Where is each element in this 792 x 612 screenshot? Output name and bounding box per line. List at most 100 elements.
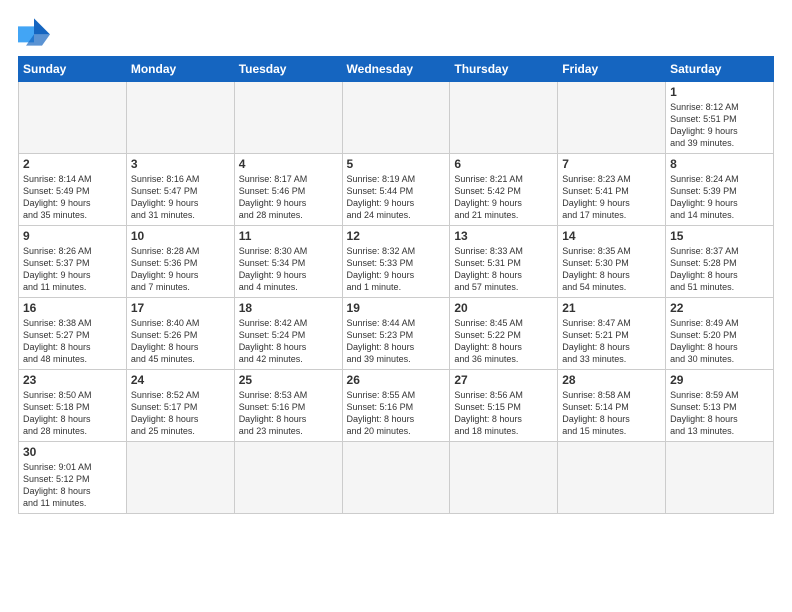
calendar-cell: [558, 82, 666, 154]
header: [18, 18, 774, 46]
calendar-cell: [666, 442, 774, 514]
calendar-cell: 6Sunrise: 8:21 AM Sunset: 5:42 PM Daylig…: [450, 154, 558, 226]
day-info: Sunrise: 8:23 AM Sunset: 5:41 PM Dayligh…: [562, 173, 661, 222]
day-info: Sunrise: 8:12 AM Sunset: 5:51 PM Dayligh…: [670, 101, 769, 150]
calendar-cell: [450, 442, 558, 514]
day-info: Sunrise: 8:30 AM Sunset: 5:34 PM Dayligh…: [239, 245, 338, 294]
day-info: Sunrise: 8:33 AM Sunset: 5:31 PM Dayligh…: [454, 245, 553, 294]
day-info: Sunrise: 8:26 AM Sunset: 5:37 PM Dayligh…: [23, 245, 122, 294]
calendar-cell: 27 Sunrise: 8:56 AM Sunset: 5:15 PM Dayli…: [450, 370, 558, 442]
weekday-header-sunday: Sunday: [19, 57, 127, 82]
day-info: Sunrise: 8:50 AM Sunset: 5:18 PM Dayligh…: [23, 389, 122, 438]
weekday-header-thursday: Thursday: [450, 57, 558, 82]
day-info: Sunrise: 8:16 AM Sunset: 5:47 PM Dayligh…: [131, 173, 230, 222]
day-number: 27: [454, 373, 553, 387]
day-info: Sunrise: 8:38 AM Sunset: 5:27 PM Dayligh…: [23, 317, 122, 366]
calendar-cell: [450, 82, 558, 154]
weekday-header-saturday: Saturday: [666, 57, 774, 82]
day-info: Sunrise: 8:56 AM Sunset: 5:15 PM Dayligh…: [454, 389, 553, 438]
calendar-cell: [234, 442, 342, 514]
calendar-cell: 28Sunrise: 8:58 AM Sunset: 5:14 PM Dayli…: [558, 370, 666, 442]
day-info: Sunrise: 8:47 AM Sunset: 5:21 PM Dayligh…: [562, 317, 661, 366]
calendar-cell: 23Sunrise: 8:50 AM Sunset: 5:18 PM Dayli…: [19, 370, 127, 442]
day-number: 21: [562, 301, 661, 315]
day-info: Sunrise: 8:49 AM Sunset: 5:20 PM Dayligh…: [670, 317, 769, 366]
calendar-cell: 13 Sunrise: 8:33 AM Sunset: 5:31 PM Dayli…: [450, 226, 558, 298]
day-number: 7: [562, 157, 661, 171]
day-number: 9: [23, 229, 122, 243]
day-info: Sunrise: 8:40 AM Sunset: 5:26 PM Dayligh…: [131, 317, 230, 366]
calendar-cell: 30Sunrise: 9:01 AM Sunset: 5:12 PM Dayli…: [19, 442, 127, 514]
day-info: Sunrise: 8:19 AM Sunset: 5:44 PM Dayligh…: [347, 173, 446, 222]
calendar-cell: 18 Sunrise: 8:42 AM Sunset: 5:24 PM Dayli…: [234, 298, 342, 370]
weekday-header-tuesday: Tuesday: [234, 57, 342, 82]
calendar-cell: 20Sunrise: 8:45 AM Sunset: 5:22 PM Dayli…: [450, 298, 558, 370]
calendar-cell: 1 Sunrise: 8:12 AM Sunset: 5:51 PM Daylig…: [666, 82, 774, 154]
day-info: Sunrise: 8:45 AM Sunset: 5:22 PM Dayligh…: [454, 317, 553, 366]
calendar-cell: 15Sunrise: 8:37 AM Sunset: 5:28 PM Dayli…: [666, 226, 774, 298]
day-info: Sunrise: 8:14 AM Sunset: 5:49 PM Dayligh…: [23, 173, 122, 222]
day-info: Sunrise: 8:42 AM Sunset: 5:24 PM Dayligh…: [239, 317, 338, 366]
day-number: 13: [454, 229, 553, 243]
calendar-week-row: 9 Sunrise: 8:26 AM Sunset: 5:37 PM Daylig…: [19, 226, 774, 298]
day-number: 4: [239, 157, 338, 171]
day-number: 11: [239, 229, 338, 243]
day-number: 18: [239, 301, 338, 315]
weekday-header-wednesday: Wednesday: [342, 57, 450, 82]
day-number: 29: [670, 373, 769, 387]
calendar-cell: 21 Sunrise: 8:47 AM Sunset: 5:21 PM Dayli…: [558, 298, 666, 370]
day-info: Sunrise: 8:35 AM Sunset: 5:30 PM Dayligh…: [562, 245, 661, 294]
calendar-cell: [234, 82, 342, 154]
calendar-table: SundayMondayTuesdayWednesdayThursdayFrid…: [18, 56, 774, 514]
day-info: Sunrise: 8:17 AM Sunset: 5:46 PM Dayligh…: [239, 173, 338, 222]
calendar-cell: 4 Sunrise: 8:17 AM Sunset: 5:46 PM Daylig…: [234, 154, 342, 226]
day-number: 2: [23, 157, 122, 171]
calendar-cell: 12 Sunrise: 8:32 AM Sunset: 5:33 PM Dayli…: [342, 226, 450, 298]
day-number: 5: [347, 157, 446, 171]
day-number: 16: [23, 301, 122, 315]
calendar-cell: 29 Sunrise: 8:59 AM Sunset: 5:13 PM Dayli…: [666, 370, 774, 442]
calendar-header-row: SundayMondayTuesdayWednesdayThursdayFrid…: [19, 57, 774, 82]
calendar-cell: [558, 442, 666, 514]
weekday-header-monday: Monday: [126, 57, 234, 82]
day-info: Sunrise: 8:53 AM Sunset: 5:16 PM Dayligh…: [239, 389, 338, 438]
calendar-cell: [342, 82, 450, 154]
calendar-cell: 16 Sunrise: 8:38 AM Sunset: 5:27 PM Dayli…: [19, 298, 127, 370]
day-info: Sunrise: 8:37 AM Sunset: 5:28 PM Dayligh…: [670, 245, 769, 294]
calendar-cell: [19, 82, 127, 154]
calendar-cell: [126, 442, 234, 514]
day-number: 12: [347, 229, 446, 243]
day-number: 8: [670, 157, 769, 171]
calendar-cell: 8 Sunrise: 8:24 AM Sunset: 5:39 PM Daylig…: [666, 154, 774, 226]
day-info: Sunrise: 8:24 AM Sunset: 5:39 PM Dayligh…: [670, 173, 769, 222]
calendar-cell: [342, 442, 450, 514]
calendar-cell: 24 Sunrise: 8:52 AM Sunset: 5:17 PM Dayli…: [126, 370, 234, 442]
day-number: 1: [670, 85, 769, 99]
day-info: Sunrise: 8:21 AM Sunset: 5:42 PM Dayligh…: [454, 173, 553, 222]
calendar-cell: 19Sunrise: 8:44 AM Sunset: 5:23 PM Dayli…: [342, 298, 450, 370]
day-info: Sunrise: 8:44 AM Sunset: 5:23 PM Dayligh…: [347, 317, 446, 366]
calendar-week-row: 2 Sunrise: 8:14 AM Sunset: 5:49 PM Daylig…: [19, 154, 774, 226]
day-info: Sunrise: 8:59 AM Sunset: 5:13 PM Dayligh…: [670, 389, 769, 438]
logo: [18, 18, 54, 46]
calendar-cell: 10Sunrise: 8:28 AM Sunset: 5:36 PM Dayli…: [126, 226, 234, 298]
calendar-cell: [126, 82, 234, 154]
calendar-cell: 3 Sunrise: 8:16 AM Sunset: 5:47 PM Daylig…: [126, 154, 234, 226]
day-info: Sunrise: 8:32 AM Sunset: 5:33 PM Dayligh…: [347, 245, 446, 294]
day-info: Sunrise: 8:52 AM Sunset: 5:17 PM Dayligh…: [131, 389, 230, 438]
day-number: 26: [347, 373, 446, 387]
calendar-cell: 11 Sunrise: 8:30 AM Sunset: 5:34 PM Dayli…: [234, 226, 342, 298]
calendar-cell: 22Sunrise: 8:49 AM Sunset: 5:20 PM Dayli…: [666, 298, 774, 370]
day-number: 10: [131, 229, 230, 243]
day-number: 17: [131, 301, 230, 315]
day-info: Sunrise: 8:58 AM Sunset: 5:14 PM Dayligh…: [562, 389, 661, 438]
day-number: 24: [131, 373, 230, 387]
day-info: Sunrise: 8:55 AM Sunset: 5:16 PM Dayligh…: [347, 389, 446, 438]
day-number: 25: [239, 373, 338, 387]
day-number: 3: [131, 157, 230, 171]
calendar-cell: 14Sunrise: 8:35 AM Sunset: 5:30 PM Dayli…: [558, 226, 666, 298]
calendar-cell: 5 Sunrise: 8:19 AM Sunset: 5:44 PM Daylig…: [342, 154, 450, 226]
weekday-header-friday: Friday: [558, 57, 666, 82]
page: SundayMondayTuesdayWednesdayThursdayFrid…: [0, 0, 792, 612]
calendar-cell: 2 Sunrise: 8:14 AM Sunset: 5:49 PM Daylig…: [19, 154, 127, 226]
